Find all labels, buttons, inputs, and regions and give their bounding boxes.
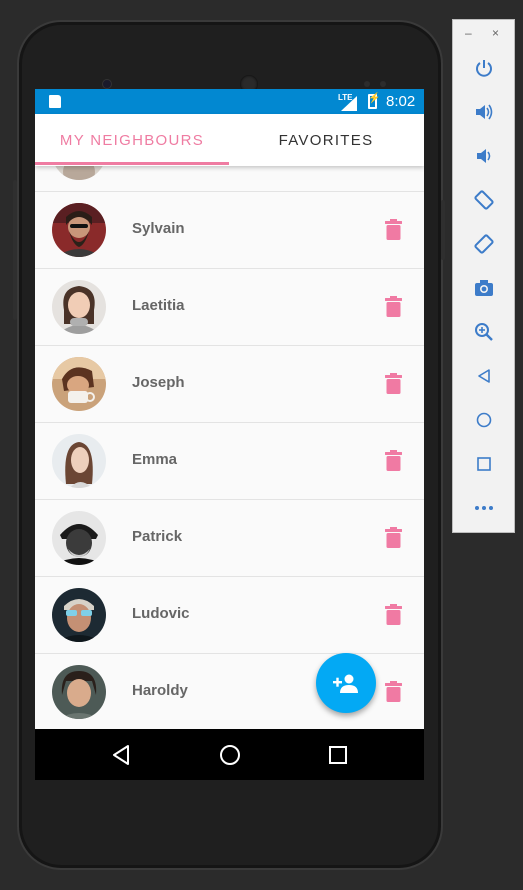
home-icon [476,412,492,428]
status-time: 8:02 [386,93,416,110]
volume-down-icon [477,149,491,163]
add-neighbour-button[interactable] [316,653,376,713]
list-item[interactable]: Joseph [35,346,424,423]
trash-icon[interactable] [385,296,402,317]
rotate-right-icon [474,234,494,254]
zoom-button[interactable] [472,320,496,344]
overview-icon [477,457,491,471]
zoom-icon [475,323,493,341]
volume-down-button[interactable] [472,144,496,168]
list-item[interactable]: Laetitia [35,269,424,346]
front-camera [102,79,112,89]
neighbour-name: Haroldy [132,682,188,699]
avatar [52,280,106,334]
neighbour-name: Ludovic [132,605,190,622]
tab-favorites[interactable]: FAVORITES [229,114,423,166]
avatar [52,588,106,642]
power-icon [476,60,492,77]
neighbour-name: Laetitia [132,297,185,314]
list-item[interactable]: Patrick [35,500,424,577]
back-triangle-icon[interactable] [109,743,133,767]
phone-screen: LTE 8:02 MY NEIGHBOURS FAVORITES [35,89,424,780]
proximity-sensor [364,81,370,87]
neighbour-name: Patrick [132,528,183,545]
volume-up-button[interactable] [472,100,496,124]
tab-my-neighbours[interactable]: MY NEIGHBOURS [35,114,229,166]
trash-icon[interactable] [385,450,402,471]
avatar [52,203,106,257]
network-type: LTE [338,93,353,102]
trash-icon[interactable] [385,373,402,394]
trash-icon[interactable] [385,681,402,702]
power-button[interactable] [472,56,496,80]
volume-up-icon [476,104,493,120]
avatar [52,357,106,411]
avatar [52,434,106,488]
back-icon [478,369,490,383]
neighbour-name: Joseph [132,374,185,391]
neighbour-name: Sylvain [132,220,185,237]
list-item[interactable]: Ludovic [35,577,424,654]
trash-icon[interactable] [385,604,402,625]
emulator-overview-button[interactable] [472,452,496,476]
screenshot-button[interactable] [472,276,496,300]
neighbour-name: Emma [132,451,178,468]
rotate-left-icon [474,190,494,210]
camera-icon [475,280,493,296]
trash-icon[interactable] [385,219,402,240]
rotate-right-button[interactable] [472,232,496,256]
sd-card-icon [49,95,61,108]
home-circle-icon[interactable] [218,743,242,767]
close-button[interactable]: × [492,26,499,40]
light-sensor [380,81,386,87]
more-icon [475,506,493,510]
avatar [52,511,106,565]
minimize-button[interactable]: – [465,26,472,40]
navigation-bar [35,729,424,780]
tab-bar: MY NEIGHBOURS FAVORITES [35,114,424,166]
more-options-button[interactable] [472,496,496,520]
emulator-back-button[interactable] [472,364,496,388]
list-item-partial[interactable] [35,166,424,192]
add-person-icon [333,674,358,693]
phone-side-button-left [13,180,17,320]
list-item[interactable]: Emma [35,423,424,500]
phone-side-button-right [441,200,445,260]
emulator-control-panel: – × [452,19,515,533]
trash-icon[interactable] [385,527,402,548]
avatar [52,665,106,719]
emulator-home-button[interactable] [472,408,496,432]
avatar [52,166,106,180]
status-bar: LTE 8:02 [35,89,424,114]
rotate-left-button[interactable] [472,188,496,212]
list-item[interactable]: Sylvain [35,192,424,269]
tab-indicator [35,162,229,165]
recents-square-icon[interactable] [326,743,350,767]
battery-charging-icon [368,93,380,109]
